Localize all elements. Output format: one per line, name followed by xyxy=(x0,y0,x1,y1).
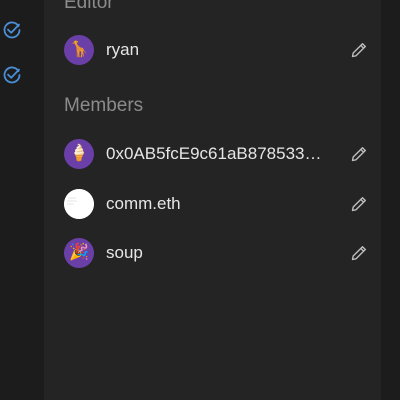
member-row[interactable]: comm.eth xyxy=(64,188,369,220)
member-name: ryan xyxy=(106,40,140,59)
avatar xyxy=(64,189,94,219)
pencil-icon[interactable] xyxy=(349,40,369,60)
check-circle-icon[interactable] xyxy=(2,65,22,85)
member-name: comm.eth xyxy=(106,194,181,213)
pencil-icon[interactable] xyxy=(349,243,369,263)
member-row[interactable]: 🎉 soup xyxy=(64,237,369,269)
left-rail xyxy=(0,0,44,400)
members-panel: Editor 🦒 ryan Members 🍦 0x0AB5fcE9c61aB8… xyxy=(44,0,381,400)
member-name: soup xyxy=(106,243,143,262)
editor-section-title: Editor xyxy=(64,0,114,13)
avatar: 🦒 xyxy=(64,35,94,65)
pencil-icon[interactable] xyxy=(349,194,369,214)
member-name: 0x0AB5fcE9c61aB878533… xyxy=(106,144,322,163)
right-edge xyxy=(381,0,400,400)
member-row[interactable]: 🍦 0x0AB5fcE9c61aB878533… xyxy=(64,138,369,170)
avatar: 🎉 xyxy=(64,238,94,268)
check-circle-icon[interactable] xyxy=(2,20,22,40)
members-section-title: Members xyxy=(64,95,144,116)
editor-row[interactable]: 🦒 ryan xyxy=(64,34,369,66)
pencil-icon[interactable] xyxy=(349,144,369,164)
avatar: 🍦 xyxy=(64,139,94,169)
